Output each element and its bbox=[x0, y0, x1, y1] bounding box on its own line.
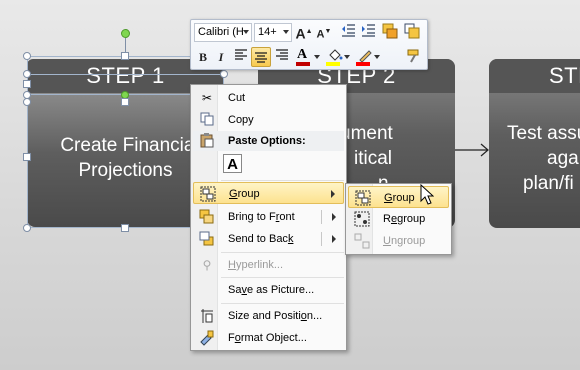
resize-handle[interactable] bbox=[23, 52, 31, 60]
resize-handle[interactable] bbox=[23, 80, 31, 88]
menu-separator bbox=[221, 180, 344, 181]
shrink-font-icon[interactable]: A▼ bbox=[315, 23, 333, 41]
step-3-title: STE bbox=[489, 59, 580, 93]
menu-item-send-to-back[interactable]: Send to Back bbox=[193, 228, 344, 250]
resize-handle[interactable] bbox=[121, 52, 129, 60]
chevron-down-icon bbox=[283, 30, 289, 34]
menu-item-copy[interactable]: Copy bbox=[193, 109, 344, 131]
decrease-indent-icon[interactable] bbox=[339, 23, 357, 41]
menu-item-label: Send to Back bbox=[228, 233, 294, 245]
menu-item-label: Ungroup bbox=[383, 235, 426, 247]
font-color-swatch bbox=[296, 62, 310, 66]
connector-arrow bbox=[455, 143, 489, 157]
italic-button[interactable]: I bbox=[212, 48, 230, 66]
font-color-letter: A bbox=[297, 47, 308, 62]
chevron-down-icon bbox=[314, 55, 320, 59]
menu-separator bbox=[221, 277, 344, 278]
format-painter-icon[interactable] bbox=[405, 48, 423, 66]
size-position-icon bbox=[199, 308, 215, 324]
resize-handle[interactable] bbox=[23, 98, 31, 106]
menu-separator bbox=[221, 252, 344, 253]
hyperlink-icon: ⚲ bbox=[202, 258, 212, 272]
menu-item-label: Cut bbox=[228, 92, 246, 104]
step-3-text-line1: Test assu bbox=[507, 123, 580, 144]
chevron-down-icon bbox=[374, 55, 380, 59]
menu-item-label: Bring to Front bbox=[228, 211, 295, 223]
shape-fill-color-button[interactable] bbox=[325, 47, 351, 67]
ungroup-icon bbox=[354, 233, 370, 249]
resize-handle[interactable] bbox=[23, 224, 31, 232]
paint-bucket-icon bbox=[329, 49, 343, 61]
font-size-value: 14+ bbox=[258, 26, 277, 38]
increase-indent-icon[interactable] bbox=[359, 23, 377, 41]
mini-toolbar: Calibri (H 14+ A▲ A▼ B I A bbox=[190, 19, 428, 70]
chevron-right-icon bbox=[331, 190, 335, 198]
mouse-cursor-icon bbox=[420, 184, 434, 205]
menu-item-label: Format Object... bbox=[228, 332, 307, 344]
menu-item-hyperlink: ⚲ Hyperlink... bbox=[193, 254, 344, 276]
scissors-icon: ✂ bbox=[201, 91, 213, 105]
submenu-item-regroup[interactable]: Regroup bbox=[348, 208, 449, 230]
bold-button[interactable]: B bbox=[194, 48, 212, 66]
resize-handle[interactable] bbox=[23, 70, 31, 78]
resize-handle[interactable] bbox=[23, 153, 31, 161]
chevron-down-icon bbox=[243, 30, 249, 34]
group-icon bbox=[355, 190, 371, 206]
paste-options-header: Paste Options: bbox=[193, 131, 344, 151]
menu-item-save-as-picture[interactable]: Save as Picture... bbox=[193, 279, 344, 301]
submenu-item-ungroup: Ungroup bbox=[348, 230, 449, 252]
menu-item-label: Save as Picture... bbox=[228, 284, 315, 296]
font-name-value: Calibri (H bbox=[198, 26, 244, 38]
font-size-dropdown[interactable]: 14+ bbox=[254, 23, 292, 42]
paste-keep-text-icon: A bbox=[227, 156, 238, 173]
menu-item-label: Group bbox=[229, 188, 260, 200]
paste-keep-text-button[interactable]: A bbox=[223, 154, 242, 173]
regroup-icon bbox=[354, 211, 370, 227]
menu-item-size-and-position[interactable]: Size and Position... bbox=[193, 305, 344, 327]
grow-font-icon[interactable]: A▲ bbox=[295, 23, 313, 42]
resize-handle[interactable] bbox=[121, 224, 129, 232]
menu-item-label: Hyperlink... bbox=[228, 259, 284, 271]
menu-item-group[interactable]: Group bbox=[193, 182, 344, 204]
align-left-icon[interactable] bbox=[232, 48, 250, 66]
group-icon bbox=[200, 186, 216, 202]
menu-item-format-object[interactable]: Format Object... bbox=[193, 327, 344, 349]
menu-item-bring-to-front[interactable]: Bring to Front bbox=[193, 206, 344, 228]
paste-icon bbox=[199, 133, 215, 149]
shape-fill-icon[interactable] bbox=[381, 23, 399, 41]
menu-item-cut[interactable]: ✂ Cut bbox=[193, 87, 344, 109]
format-object-icon bbox=[199, 330, 215, 346]
group-submenu: Group Regroup Ungroup bbox=[345, 183, 452, 255]
context-menu: ✂ Cut Copy Paste Options: A Group Bring … bbox=[190, 84, 347, 351]
resize-handle[interactable] bbox=[220, 70, 228, 78]
chevron-right-icon bbox=[332, 213, 336, 221]
align-center-icon[interactable] bbox=[251, 47, 271, 67]
chevron-right-icon bbox=[332, 235, 336, 243]
menu-item-label: Copy bbox=[228, 114, 254, 126]
fill-color-swatch bbox=[326, 62, 340, 66]
step-3-text-line3: plan/fi bbox=[523, 173, 574, 194]
menu-item-label: Paste Options: bbox=[228, 135, 306, 147]
font-color-button[interactable]: A bbox=[295, 47, 321, 67]
chevron-down-icon bbox=[344, 55, 350, 59]
step-3-shape[interactable]: STE Test assu aga plan/fi bbox=[489, 59, 580, 228]
shape-outline-icon[interactable] bbox=[403, 23, 421, 41]
resize-handle[interactable] bbox=[121, 98, 129, 106]
send-to-back-icon bbox=[199, 231, 215, 247]
shape-line-color-button[interactable] bbox=[355, 47, 381, 67]
menu-item-label: Group bbox=[384, 192, 415, 204]
font-name-dropdown[interactable]: Calibri (H bbox=[194, 23, 252, 42]
align-right-icon[interactable] bbox=[273, 48, 291, 66]
copy-icon bbox=[199, 112, 215, 128]
menu-item-label: Size and Position... bbox=[228, 310, 323, 322]
bring-to-front-icon bbox=[199, 209, 215, 225]
rotation-handle[interactable] bbox=[121, 29, 130, 38]
line-color-swatch bbox=[356, 62, 370, 66]
menu-item-label: Regroup bbox=[383, 213, 426, 225]
step-3-text-line2: aga bbox=[547, 148, 579, 169]
pencil-icon bbox=[359, 50, 372, 62]
menu-separator bbox=[221, 303, 344, 304]
